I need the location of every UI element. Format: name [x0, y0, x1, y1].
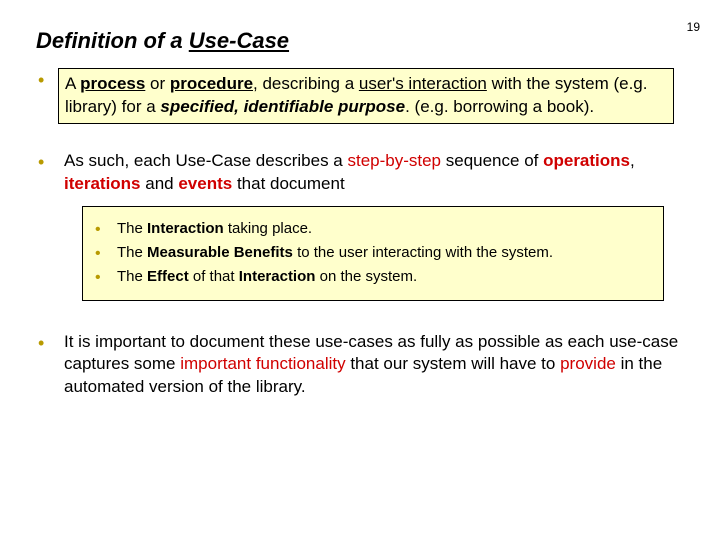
- text: The: [117, 268, 147, 285]
- text: on the system.: [315, 268, 417, 285]
- kw-procedure: procedure: [170, 74, 253, 93]
- sub-bullet-box: The Interaction taking place. The Measur…: [82, 206, 664, 301]
- title-term: Use-Case: [189, 28, 289, 53]
- bullet-list: A process or procedure, describing a use…: [36, 68, 684, 399]
- kw-iterations: iterations: [64, 174, 141, 193]
- text: The: [117, 220, 147, 237]
- kw-effect: Effect: [147, 268, 189, 285]
- kw-operations: operations: [543, 151, 630, 170]
- page-number: 19: [687, 20, 700, 34]
- kw-events: events: [178, 174, 232, 193]
- kw-purpose: specified, identifiable purpose: [160, 97, 405, 116]
- text: and: [141, 174, 179, 193]
- text: to the user interacting with the system.: [293, 244, 553, 261]
- text: or: [145, 74, 170, 93]
- sub-effect: The Effect of that Interaction on the sy…: [93, 267, 653, 287]
- bullet-sequence: As such, each Use-Case describes a step-…: [36, 150, 684, 301]
- kw-provide: provide: [560, 354, 616, 373]
- text: , describing a: [253, 74, 359, 93]
- sub-interaction: The Interaction taking place.: [93, 219, 653, 239]
- definition-box: A process or procedure, describing a use…: [58, 68, 674, 124]
- kw-important-functionality: important functionality: [180, 354, 345, 373]
- text: taking place.: [224, 220, 312, 237]
- text: that document: [232, 174, 344, 193]
- slide-title: Definition of a Use-Case: [36, 28, 684, 54]
- sub-benefits: The Measurable Benefits to the user inte…: [93, 243, 653, 263]
- bullet-definition: A process or procedure, describing a use…: [36, 68, 684, 124]
- text: of that: [189, 268, 239, 285]
- kw-benefits: Measurable Benefits: [147, 244, 293, 261]
- text: As such, each Use-Case describes a: [64, 151, 347, 170]
- bullet-document: It is important to document these use-ca…: [36, 331, 684, 400]
- title-prefix: Definition of a: [36, 28, 189, 53]
- text: The: [117, 244, 147, 261]
- slide: 19 Definition of a Use-Case A process or…: [0, 0, 720, 540]
- text: ,: [630, 151, 635, 170]
- text: sequence of: [441, 151, 543, 170]
- kw-interaction: Interaction: [147, 220, 224, 237]
- text: that our system will have to: [346, 354, 560, 373]
- kw-process: process: [80, 74, 145, 93]
- text: A: [65, 74, 80, 93]
- kw-user-interaction: user's interaction: [359, 74, 487, 93]
- kw-step-by-step: step-by-step: [347, 151, 441, 170]
- text: . (e.g. borrowing a book).: [405, 97, 594, 116]
- kw-interaction-2: Interaction: [239, 268, 316, 285]
